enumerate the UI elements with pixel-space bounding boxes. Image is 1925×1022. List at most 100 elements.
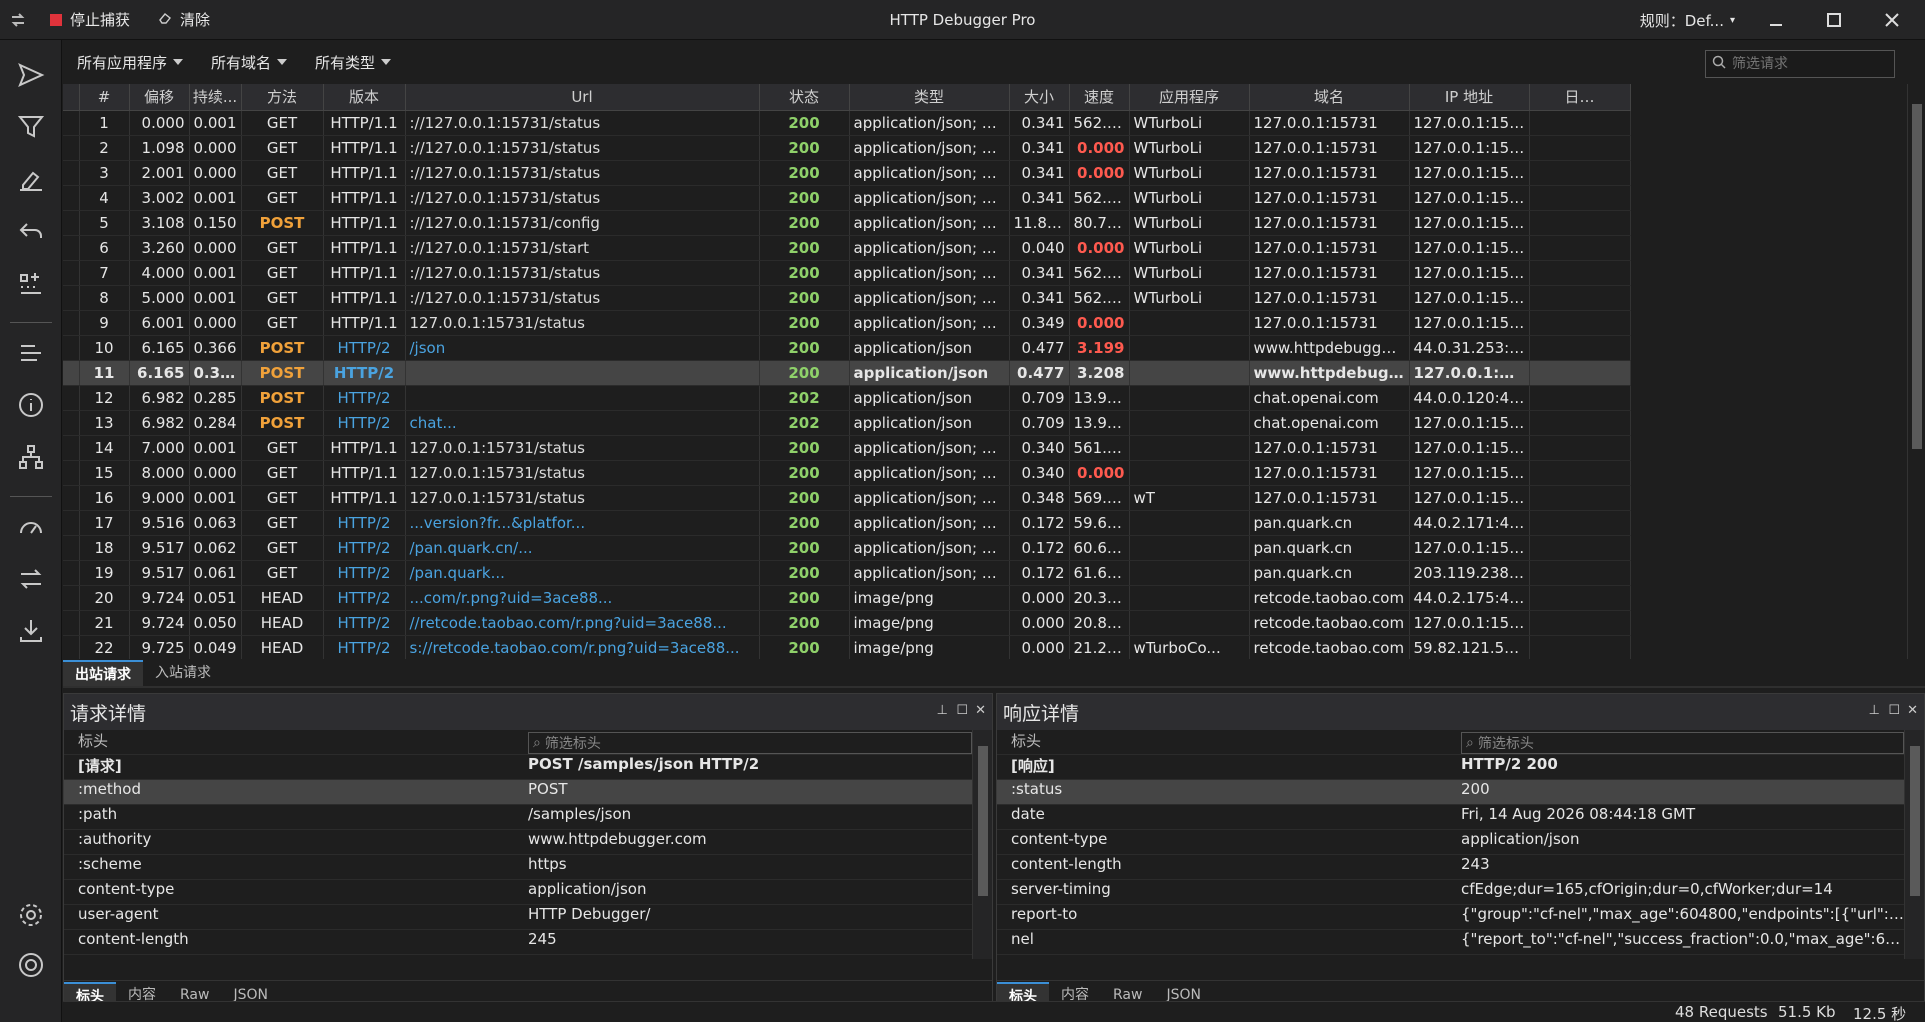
response-details-scrollbar[interactable] <box>1904 730 1924 959</box>
table-row[interactable]: 19 9.517 0.061 GET HTTP/2/pan.quark... 200 app… <box>63 560 1631 586</box>
header-filter-box[interactable]: ⌕ 筛选标头 <box>528 732 972 754</box>
table-row[interactable]: 21 9.724 0.050 HEAD HTTP/2//retcode.taobao.c… <box>63 610 1631 636</box>
download-icon[interactable] <box>14 614 48 648</box>
header-row[interactable]: server-timing cfEdge;dur=165,cfOrigin;dur… <box>997 880 1904 905</box>
header-row[interactable]: content-length 245 <box>64 930 972 955</box>
table-row[interactable]: 9 6.001 0.000 GET HTTP/1.1 127.0.0.1:15731/st… <box>63 310 1631 336</box>
help-lifebuoy-icon[interactable] <box>14 948 48 982</box>
tab-outbound[interactable]: 出站请求 <box>63 660 143 686</box>
breakpoint-icon[interactable] <box>14 266 48 300</box>
table-row[interactable]: 11 6.165 0.365 POST HTTP/2 200 application/jso… <box>63 360 1631 386</box>
column-header[interactable]: 持续... <box>189 84 242 111</box>
column-header[interactable]: 类型 <box>849 84 1010 111</box>
header-row[interactable]: :path/samples/json <box>64 805 972 830</box>
header-row[interactable]: :authority www.httpdebugger.com <box>64 830 972 855</box>
send-icon[interactable] <box>14 58 48 92</box>
speed-gauge-icon[interactable] <box>14 510 48 544</box>
header-row[interactable]: :status 200 <box>997 780 1904 805</box>
table-row[interactable]: 8 5.000 0.001 GET HTTP/1.1://127.0.0.1:15731… <box>63 285 1631 311</box>
pin-icon[interactable]: ⊥ <box>1869 703 1880 718</box>
list-icon[interactable] <box>14 336 48 370</box>
tab-inbound[interactable]: 入站请求 <box>143 660 223 686</box>
table-cell-url: /pan.quark.cn/... <box>405 535 760 561</box>
rules-dropdown[interactable]: 规则：Def... ▾ <box>1640 0 1735 40</box>
table-row[interactable]: 22 9.725 0.049 HEAD HTTP/2 s://retcode.taobao… <box>63 635 1631 659</box>
clear-button[interactable]: 清除 <box>144 0 224 40</box>
table-row[interactable]: 14 7.000 0.001 GET HTTP/1.1 127.0.0.1:15731/s… <box>63 435 1631 461</box>
sitemap-icon[interactable] <box>14 440 48 474</box>
table-cell-speed: 80.768 <box>1069 210 1130 236</box>
column-header[interactable]: 日… <box>1529 84 1631 111</box>
request-count: 48 Requests <box>1675 1003 1768 1021</box>
table-cell-m: GET <box>241 510 324 536</box>
column-header[interactable]: # <box>79 84 130 111</box>
header-row[interactable]: nel {"report_to":"cf-nel","success_fracti… <box>997 930 1904 955</box>
stop-capture-button[interactable]: 停止捕获 <box>36 0 144 40</box>
table-row[interactable]: 2 1.098 0.000 GET HTTP/1.1://127.0.0.1:15731… <box>63 135 1631 161</box>
request-line-row[interactable]: [请求] POST /samples/json HTTP/2 <box>64 755 972 780</box>
header-row[interactable]: content-type application/json <box>64 880 972 905</box>
close-button[interactable] <box>1863 0 1921 40</box>
column-header[interactable]: 域名 <box>1249 84 1410 111</box>
grid-scrollbar[interactable] <box>1907 84 1925 659</box>
table-row[interactable]: 15 8.000 0.000 GET HTTP/1.1 127.0.0.1:15731/s… <box>63 460 1631 486</box>
table-row[interactable]: 5 3.108 0.150 POST HTTP/1.1://127.0.0.1:1573… <box>63 210 1631 236</box>
table-row[interactable]: 7 4.000 0.001 GET HTTP/1.1://127.0.0.1:15731… <box>63 260 1631 286</box>
column-header[interactable]: 状态 <box>759 84 850 111</box>
table-cell-url: s://retcode.taobao.com/r.png?uid=3ace88.… <box>405 635 760 659</box>
maximize-panel-icon[interactable]: ☐ <box>956 703 968 718</box>
filter-icon[interactable] <box>14 110 48 144</box>
table-row[interactable]: 20 9.724 0.051 HEAD HTTP/2 ...com/r.png?uid=3… <box>63 585 1631 611</box>
header-row[interactable]: content-type application/json <box>997 830 1904 855</box>
table-cell-v: HTTP/2 <box>323 535 406 561</box>
minimize-button[interactable] <box>1747 0 1805 40</box>
reply-icon[interactable] <box>14 214 48 248</box>
settings-gear-icon[interactable] <box>14 898 48 932</box>
column-header[interactable]: 大小 <box>1009 84 1070 111</box>
maximize-panel-icon[interactable]: ☐ <box>1888 703 1900 718</box>
request-search-input[interactable] <box>1732 56 1882 72</box>
grid-scrollbar-thumb[interactable] <box>1912 104 1922 449</box>
close-panel-icon[interactable]: ✕ <box>975 703 986 718</box>
table-cell-type: application/json; ch... <box>849 560 1010 586</box>
table-row[interactable]: 6 3.260 0.000 GET HTTP/1.1://127.0.0.1:15731… <box>63 235 1631 261</box>
close-panel-icon[interactable]: ✕ <box>1907 703 1918 718</box>
column-header[interactable]: IP 地址 <box>1409 84 1530 111</box>
domains-filter-dropdown[interactable]: 所有域名 <box>197 40 301 84</box>
table-cell-m: POST <box>241 335 324 361</box>
table-row[interactable]: 18 9.517 0.062 GET HTTP/2/pan.quark.cn/... 20… <box>63 535 1631 561</box>
highlight-icon[interactable] <box>14 162 48 196</box>
column-header[interactable]: 速度 <box>1069 84 1130 111</box>
header-row[interactable]: :scheme https <box>64 855 972 880</box>
column-header[interactable]: 偏移 <box>129 84 190 111</box>
header-row[interactable]: date Fri, 14 Aug 2026 08:44:18 GMT <box>997 805 1904 830</box>
scrollbar-thumb[interactable] <box>1910 746 1920 896</box>
maximize-button[interactable] <box>1805 0 1863 40</box>
table-row[interactable]: 4 3.002 0.001 GET HTTP/1.1://127.0.0.1:15731… <box>63 185 1631 211</box>
table-row[interactable]: 3 2.001 0.000 GET HTTP/1.1://127.0.0.1:15731… <box>63 160 1631 186</box>
header-row[interactable]: report-to {"group":"cf-nel","max_age":604… <box>997 905 1904 930</box>
request-search-box[interactable] <box>1705 50 1895 78</box>
column-header[interactable]: 版本 <box>323 84 406 111</box>
info-icon[interactable] <box>14 388 48 422</box>
header-row[interactable]: :method POST <box>64 780 972 805</box>
types-filter-dropdown[interactable]: 所有类型 <box>301 40 405 84</box>
header-row[interactable]: content-length 243 <box>997 855 1904 880</box>
table-row[interactable]: 13 6.982 0.284 POST HTTP/2 chat... 202 applicat… <box>63 410 1631 436</box>
column-header[interactable]: Url <box>405 84 760 111</box>
table-row[interactable]: 1 0.000 0.001 GET HTTP/1.1://127.0.0.1:15731… <box>63 110 1631 136</box>
table-row[interactable]: 10 6.165 0.366 POST HTTP/2/json 200 applicatio… <box>63 335 1631 361</box>
table-row[interactable]: 17 9.516 0.063 GET HTTP/2 ...version?fr...&pl… <box>63 510 1631 536</box>
header-filter-box[interactable]: ⌕ 筛选标头 <box>1461 732 1904 754</box>
table-row[interactable]: 12 6.982 0.285 POST HTTP/2 202 application/jso… <box>63 385 1631 411</box>
column-header[interactable]: 方法 <box>241 84 324 111</box>
header-row[interactable]: user-agent HTTP Debugger/ <box>64 905 972 930</box>
response-line-row[interactable]: [响应] HTTP/2 200 <box>997 755 1904 780</box>
apps-filter-dropdown[interactable]: 所有应用程序 <box>63 40 197 84</box>
scrollbar-thumb[interactable] <box>978 746 988 896</box>
pin-icon[interactable]: ⊥ <box>937 703 948 718</box>
table-row[interactable]: 16 9.000 0.001 GET HTTP/1.1 127.0.0.1:15731/s… <box>63 485 1631 511</box>
transfer-icon[interactable] <box>14 562 48 596</box>
column-header[interactable]: 应用程序 <box>1129 84 1250 111</box>
request-details-scrollbar[interactable] <box>972 730 992 959</box>
